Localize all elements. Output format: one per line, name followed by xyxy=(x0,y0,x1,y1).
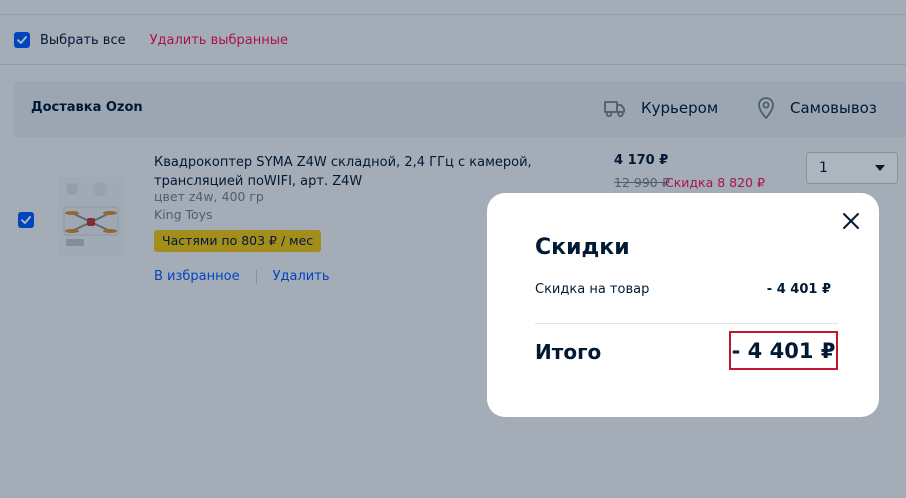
discount-line-value: - 4 401 ₽ xyxy=(766,282,831,297)
discount-line-label: Скидка на товар xyxy=(535,282,650,297)
total-value: - 4 401 ₽ xyxy=(729,331,838,370)
close-icon[interactable] xyxy=(841,211,861,231)
modal-divider xyxy=(535,323,838,324)
total-label: Итого xyxy=(535,340,602,364)
discount-line: Скидка на товар - 4 401 ₽ xyxy=(535,282,831,297)
discounts-modal: Скидки Скидка на товар - 4 401 ₽ Итого -… xyxy=(487,193,879,417)
modal-title: Скидки xyxy=(535,235,630,260)
